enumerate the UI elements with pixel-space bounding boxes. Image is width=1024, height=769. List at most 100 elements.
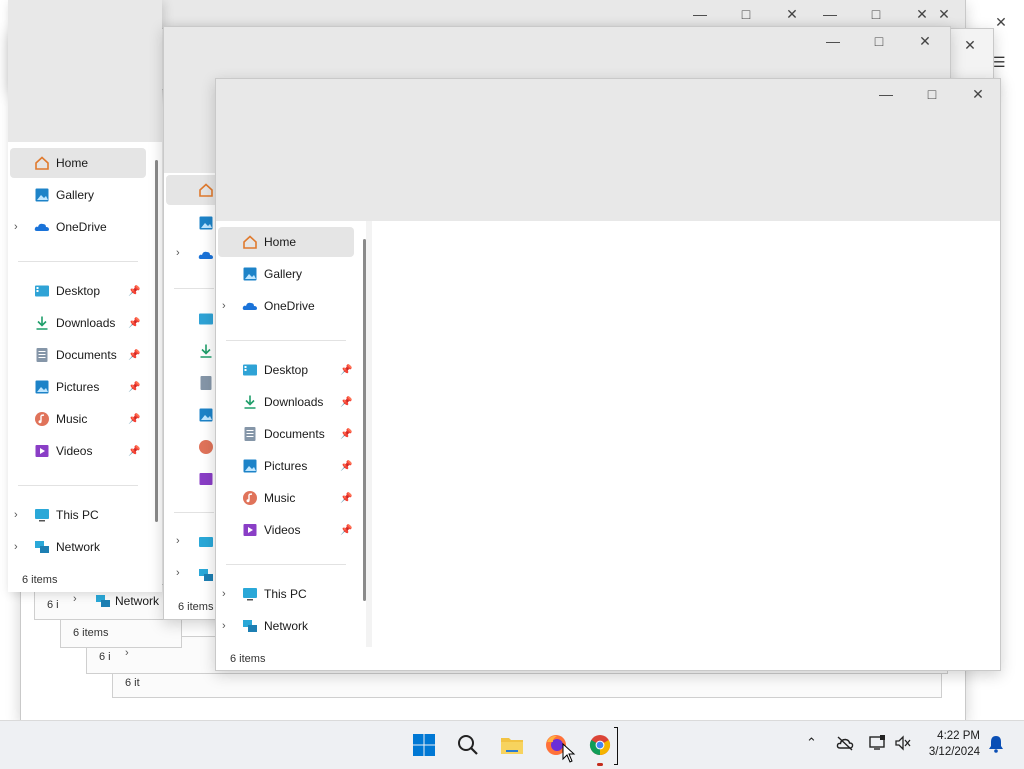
chevron-right-icon[interactable]: › — [222, 300, 226, 312]
search-button[interactable] — [452, 729, 484, 761]
nav-item-desktop[interactable]: Desktop 📌 — [218, 355, 354, 385]
pin-icon[interactable]: 📌 — [340, 397, 352, 408]
nav-item-label: Pictures — [56, 380, 100, 394]
close-button[interactable]: ✕ — [921, 0, 965, 28]
chevron-right-icon[interactable]: › — [222, 588, 226, 600]
menu-icon[interactable]: ☰ — [993, 54, 1006, 71]
chevron-right-icon[interactable]: › — [125, 647, 129, 659]
onedrive-icon — [242, 298, 258, 314]
nav-item-music[interactable]: Music 📌 — [10, 404, 146, 434]
explorer-window-left[interactable]: Home Gallery › OneDrive Desktop 📌 Downlo… — [8, 0, 162, 592]
nav-item-home[interactable]: Home — [218, 227, 354, 257]
chevron-right-icon[interactable]: › — [14, 509, 18, 521]
pin-icon[interactable]: 📌 — [340, 461, 352, 472]
scrollbar[interactable] — [155, 160, 158, 522]
nav-item-onedrive[interactable]: › OneDrive — [10, 212, 146, 242]
explorer-window-front[interactable]: — □ ✕ Home Gallery › OneDrive Desktop 📌 … — [215, 78, 1001, 671]
notification-bell-icon[interactable] — [988, 735, 1004, 756]
onedrive-icon[interactable] — [198, 247, 214, 266]
computer-icon[interactable] — [198, 535, 214, 554]
maximize-button[interactable]: □ — [856, 27, 902, 55]
chevron-right-icon[interactable]: › — [73, 593, 77, 605]
documents-icon — [242, 426, 258, 442]
minimize-button[interactable]: — — [677, 0, 723, 28]
pictures-icon — [34, 379, 50, 395]
nav-item-videos[interactable]: Videos 📌 — [218, 515, 354, 545]
chevron-right-icon[interactable]: › — [14, 541, 18, 553]
desktop-icon — [242, 362, 258, 378]
network-label[interactable]: Network — [115, 594, 159, 608]
nav-item-network[interactable]: › Network — [10, 532, 146, 562]
pin-icon[interactable]: 📌 — [340, 493, 352, 504]
content-area[interactable] — [373, 221, 1000, 670]
chevron-right-icon[interactable]: › — [14, 221, 18, 233]
nav-item-onedrive[interactable]: › OneDrive — [218, 291, 354, 321]
taskbar: ⌃ 4:22 PM 3/12/2024 — [0, 720, 1024, 769]
pin-icon[interactable]: 📌 — [128, 286, 140, 297]
network-icon[interactable] — [198, 567, 214, 586]
videos-icon — [242, 522, 258, 538]
nav-item-desktop[interactable]: Desktop 📌 — [10, 276, 146, 306]
pictures-icon[interactable] — [198, 407, 214, 426]
computer-icon — [242, 586, 258, 602]
pin-icon[interactable]: 📌 — [128, 318, 140, 329]
nav-item-music[interactable]: Music 📌 — [218, 483, 354, 513]
pin-icon[interactable]: 📌 — [128, 414, 140, 425]
chevron-right-icon[interactable]: › — [176, 535, 180, 547]
gallery-icon[interactable] — [198, 215, 214, 234]
gallery-icon — [242, 266, 258, 282]
desktop-icon[interactable] — [198, 311, 214, 330]
videos-icon[interactable] — [198, 471, 214, 490]
minimize-button[interactable]: — — [810, 27, 856, 55]
videos-icon — [34, 443, 50, 459]
nav-item-documents[interactable]: Documents 📌 — [10, 340, 146, 370]
volume-muted-icon[interactable] — [894, 735, 912, 754]
nav-item-videos[interactable]: Videos 📌 — [10, 436, 146, 466]
divider — [174, 512, 214, 513]
nav-item-downloads[interactable]: Downloads 📌 — [218, 387, 354, 417]
pin-icon[interactable]: 📌 — [128, 350, 140, 361]
minimize-button[interactable]: — — [807, 0, 853, 28]
nav-item-home[interactable] — [166, 175, 220, 205]
nav-item-pictures[interactable]: Pictures 📌 — [218, 451, 354, 481]
pin-icon[interactable]: 📌 — [128, 382, 140, 393]
start-button[interactable] — [408, 729, 440, 761]
close-button[interactable]: ✕ — [978, 8, 1024, 36]
minimize-button[interactable]: — — [863, 80, 909, 108]
nav-item-gallery[interactable]: Gallery — [10, 180, 146, 210]
clock[interactable]: 4:22 PM 3/12/2024 — [929, 728, 980, 760]
file-explorer-button[interactable] — [496, 729, 528, 761]
chevron-right-icon[interactable]: › — [176, 567, 180, 579]
maximize-button[interactable]: □ — [853, 0, 899, 28]
chevron-right-icon[interactable]: › — [176, 247, 180, 259]
nav-item-this-pc[interactable]: › This PC — [218, 579, 354, 609]
chevron-up-icon[interactable]: ⌃ — [806, 735, 817, 751]
pin-icon[interactable]: 📌 — [340, 365, 352, 376]
nav-item-network[interactable]: › Network — [218, 611, 354, 641]
nav-item-pictures[interactable]: Pictures 📌 — [10, 372, 146, 402]
pin-icon[interactable]: 📌 — [340, 525, 352, 536]
download-icon[interactable] — [198, 343, 214, 362]
chevron-right-icon[interactable]: › — [222, 620, 226, 632]
pin-icon[interactable]: 📌 — [128, 446, 140, 457]
nav-item-documents[interactable]: Documents 📌 — [218, 419, 354, 449]
close-button[interactable]: ✕ — [955, 80, 1000, 108]
documents-icon[interactable] — [198, 375, 214, 394]
pin-icon[interactable]: 📌 — [340, 429, 352, 440]
nav-item-home[interactable]: Home — [10, 148, 146, 178]
nav-item-gallery[interactable]: Gallery — [218, 259, 354, 289]
display-icon[interactable] — [868, 735, 886, 754]
nav-item-label: Videos — [264, 523, 301, 537]
maximize-button[interactable]: □ — [909, 80, 955, 108]
status-text: 6 i — [99, 651, 111, 663]
chrome-button[interactable] — [584, 729, 616, 761]
nav-item-label: Downloads — [56, 316, 116, 330]
nav-item-this-pc[interactable]: › This PC — [10, 500, 146, 530]
music-icon[interactable] — [198, 439, 214, 458]
nav-item-label: Desktop — [264, 363, 309, 377]
nav-item-label: Home — [264, 235, 297, 249]
nav-item-downloads[interactable]: Downloads 📌 — [10, 308, 146, 338]
close-button[interactable]: ✕ — [902, 27, 948, 55]
maximize-button[interactable]: □ — [723, 0, 769, 28]
cloud-offline-icon[interactable] — [836, 735, 854, 754]
